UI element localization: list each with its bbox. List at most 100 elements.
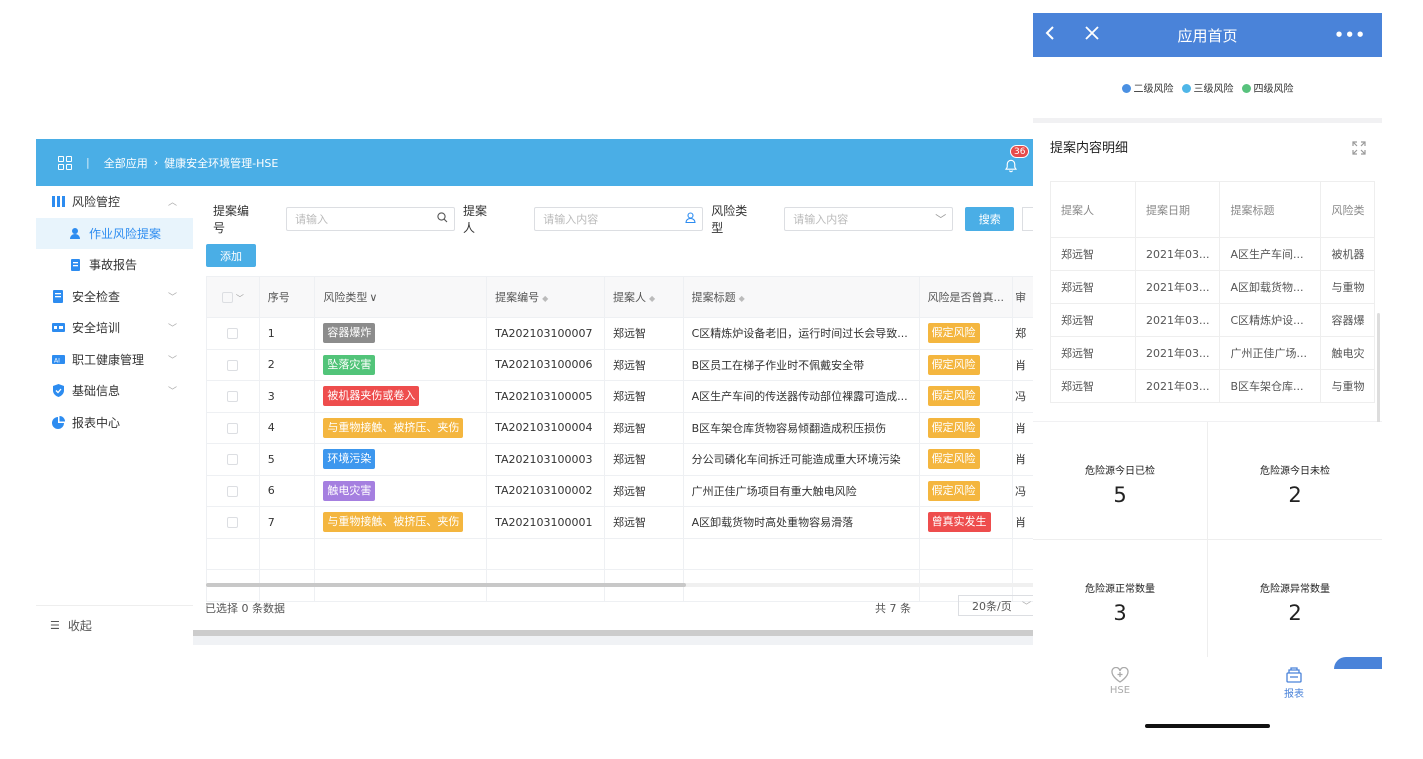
screen: | 全部应用 › 健康安全环境管理-HSE 36 风险管控 ︿ 作业风险提案 事… xyxy=(0,0,1423,759)
column-header-risk-type[interactable]: 风险类型 ∨ xyxy=(314,276,488,318)
row-checkbox[interactable] xyxy=(227,328,239,340)
search-button[interactable]: 搜索 xyxy=(965,207,1015,231)
collapse-label: 收起 xyxy=(67,619,92,633)
cell-risk-type: 环境污染 xyxy=(314,443,488,476)
table-row[interactable]: 1 容器爆炸 TA202103100007 郑远智 C区精炼炉设备老旧，运行时间过长会导… xyxy=(206,317,1036,350)
legend-label: 四级风险 xyxy=(1253,84,1294,95)
scrollbar-thumb[interactable] xyxy=(206,583,686,587)
sidebar-item-risk-control[interactable]: 风险管控 ︿ xyxy=(36,186,193,218)
detail-row[interactable]: 郑远智 2021年03... B区车架仓库... 与重物 xyxy=(1050,369,1376,403)
row-checkbox[interactable] xyxy=(227,422,239,434)
sort-icon: ◆ xyxy=(649,294,656,303)
cell-title[interactable]: 分公司磷化车间拆迁可能造成重大环境污染 xyxy=(682,443,920,476)
risk-type-label: 风险类型 xyxy=(711,204,748,235)
detail-row[interactable]: 郑远智 2021年03... A区卸载货物... 与重物 xyxy=(1050,270,1376,304)
bars-chart-icon xyxy=(52,195,65,208)
table-row[interactable]: 6 触电灾害 TA202103100002 郑远智 广州正佳广场项目有重大触电风险 假定风… xyxy=(206,474,1036,507)
detail-cell: 与重物 xyxy=(1320,270,1376,304)
stat-card[interactable]: 危险源今日未检 2 xyxy=(1208,422,1382,539)
expand-icon[interactable] xyxy=(1352,141,1366,155)
add-button[interactable]: 添加 xyxy=(206,244,256,267)
worker-icon xyxy=(69,227,82,240)
row-checkbox-cell[interactable] xyxy=(206,474,260,507)
page-size-select[interactable]: 20条/页 ﹀ xyxy=(958,595,1036,616)
stat-label: 危险源异常数量 xyxy=(1260,584,1330,595)
empty-cell xyxy=(604,537,684,570)
sidebar-item-safety-check[interactable]: 安全检查 ﹀ xyxy=(36,281,193,313)
table-row[interactable]: 4 与重物接触、被挤压、夹伤 TA202103100004 郑远智 B区车架仓库货物容易… xyxy=(206,411,1036,444)
proposal-detail-card: 提案内容明细 提案人 提案日期 提案标题 风险类 郑远智 2021年03... A区… xyxy=(1033,123,1382,421)
detail-row[interactable]: 郑远智 2021年03... A区生产车间... 被机器 xyxy=(1050,237,1376,271)
cell-title[interactable]: A区卸载货物时高处重物容易滑落 xyxy=(682,506,920,539)
detail-row[interactable]: 郑远智 2021年03... C区精炼炉设... 容器爆 xyxy=(1050,303,1376,337)
filter-chevron-icon: ∨ xyxy=(369,291,378,304)
collapse-sidebar-button[interactable]: ☰ 收起 xyxy=(36,605,193,645)
table-row[interactable]: 2 坠落灾害 TA202103100006 郑远智 B区员工在梯子作业时不佩戴安全带 假定… xyxy=(206,348,1036,381)
legend-label: 三级风险 xyxy=(1193,84,1234,95)
horizontal-scrollbar[interactable] xyxy=(206,583,1036,587)
column-header-risk-happened: 风险是否曾真... xyxy=(918,276,1014,318)
vertical-scrollbar[interactable] xyxy=(1377,313,1380,433)
detail-row[interactable]: 郑远智 2021年03... 广州正佳广场... 触电灾 xyxy=(1050,336,1376,370)
row-checkbox-cell[interactable] xyxy=(206,443,260,476)
chevron-down-icon: ﹀ xyxy=(167,324,177,335)
tab-label: 报表 xyxy=(1284,689,1304,700)
floating-action-button[interactable] xyxy=(1334,657,1382,669)
empty-cell xyxy=(486,537,606,570)
column-header-proposal-no[interactable]: 提案编号 ◆ xyxy=(486,276,606,318)
more-icon[interactable]: ••• xyxy=(1334,26,1366,44)
table-row[interactable]: 3 被机器夹伤或卷入 TA202103100005 郑远智 A区生产车间的传送器传动部位… xyxy=(206,380,1036,413)
cell-title[interactable]: C区精炼炉设备老旧，运行时间过长会导致... xyxy=(682,317,920,350)
column-header-proposer[interactable]: 提案人 ◆ xyxy=(604,276,684,318)
detail-cell: 郑远智 xyxy=(1050,237,1136,271)
stat-card[interactable]: 危险源正常数量 3 xyxy=(1033,540,1207,657)
detail-header-cell: 提案日期 xyxy=(1134,181,1221,238)
cell-title[interactable]: B区员工在梯子作业时不佩戴安全带 xyxy=(682,348,920,381)
table-row[interactable]: 5 环境污染 TA202103100003 郑远智 分公司磷化车间拆迁可能造成重大环境污… xyxy=(206,443,1036,476)
cell-title[interactable]: 广州正佳广场项目有重大触电风险 xyxy=(682,474,920,507)
row-checkbox-cell[interactable] xyxy=(206,380,260,413)
row-checkbox-cell[interactable] xyxy=(206,317,260,350)
stat-card[interactable]: 危险源异常数量 2 xyxy=(1208,540,1382,657)
cell-proposer: 郑远智 xyxy=(604,474,684,507)
legend-item: 二级风险 xyxy=(1121,80,1174,95)
risk-type-placeholder: 请输入内容 xyxy=(793,213,849,226)
table-row[interactable]: 7 与重物接触、被挤压、夹伤 TA202103100001 郑远智 A区卸载货物时高处重… xyxy=(206,506,1036,539)
row-checkbox[interactable] xyxy=(227,454,239,466)
tab-report[interactable]: 报表 xyxy=(1264,667,1324,700)
proposer-placeholder: 请输入内容 xyxy=(543,213,599,226)
page-horizontal-scrollbar[interactable] xyxy=(193,630,1036,636)
cell-risk-happened: 假定风险 xyxy=(918,411,1014,444)
row-checkbox-cell[interactable] xyxy=(206,348,260,381)
row-checkbox[interactable] xyxy=(227,485,239,497)
sidebar-item-work-risk-proposal[interactable]: 作业风险提案 xyxy=(36,217,193,249)
proposal-no-input[interactable]: 请输入 xyxy=(286,207,455,231)
cell-title[interactable]: B区车架仓库货物容易倾翻造成积压损伤 xyxy=(682,411,920,444)
sidebar-item-report-center[interactable]: 报表中心 xyxy=(36,407,193,439)
sidebar-item-accident-report[interactable]: 事故报告 xyxy=(36,249,193,281)
top-bar: | 全部应用 › 健康安全环境管理-HSE 36 xyxy=(36,139,1036,186)
notification-button[interactable]: 36 xyxy=(1004,145,1030,173)
risk-type-select[interactable]: 请输入内容 ﹀ xyxy=(784,207,954,231)
status-badge: 假定风险 xyxy=(927,449,980,470)
breadcrumb-root[interactable]: 全部应用 xyxy=(104,155,148,171)
select-all-checkbox[interactable]: ﹀ xyxy=(206,276,260,318)
sidebar-item-basic-info[interactable]: 基础信息 ﹀ xyxy=(36,375,193,407)
stat-card[interactable]: 危险源今日已检 5 xyxy=(1033,422,1207,539)
cell-title[interactable]: A区生产车间的传送器传动部位裸露可造成... xyxy=(682,380,920,413)
risk-type-tag: 与重物接触、被挤压、夹伤 xyxy=(323,417,464,438)
row-checkbox-cell[interactable] xyxy=(206,506,260,539)
apps-grid-icon[interactable] xyxy=(58,155,72,170)
cell-risk-happened: 假定风险 xyxy=(918,474,1014,507)
column-header-title[interactable]: 提案标题 ◆ xyxy=(682,276,920,318)
pie-chart-icon xyxy=(52,415,65,429)
proposer-input[interactable]: 请输入内容 xyxy=(534,207,704,231)
row-checkbox[interactable] xyxy=(227,359,239,371)
sidebar-item-employee-health[interactable]: AI 职工健康管理 ﹀ xyxy=(36,344,193,376)
sidebar-item-safety-training[interactable]: 安全培训 ﹀ xyxy=(36,312,193,344)
row-checkbox[interactable] xyxy=(227,391,239,403)
sidebar-item-label: 风险管控 xyxy=(72,195,121,210)
row-checkbox-cell[interactable] xyxy=(206,411,260,444)
row-checkbox[interactable] xyxy=(227,517,239,529)
tab-hse[interactable]: HSE xyxy=(1090,667,1150,696)
